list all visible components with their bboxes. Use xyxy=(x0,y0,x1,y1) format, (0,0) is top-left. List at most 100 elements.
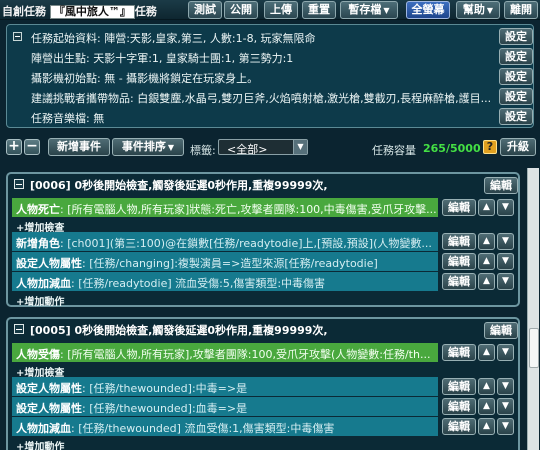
chevron-down-icon: ▼ xyxy=(167,143,175,152)
collapse-all-button[interactable]: − xyxy=(24,139,40,155)
mission-settings-panel: 任務起始資料: 陣營:天影,皇家,第三, 人數:1-8, 玩家無限命 設定 陣營… xyxy=(6,24,534,128)
event-edit-button[interactable]: 編輯 xyxy=(484,177,518,194)
test-button[interactable]: 測試 xyxy=(188,1,222,19)
trigger-label: 人物死亡 xyxy=(16,203,60,216)
trigger-bar[interactable]: 人物死亡: [所有電腦人物,所有玩家]狀態:死亡,攻擊者團隊:100,中毒傷害,… xyxy=(12,198,438,217)
setting-text: 任務起始資料: 陣營:天影,皇家,第三, 人數:1-8, 玩家無限命 xyxy=(31,32,316,45)
move-down-icon[interactable]: ▼ xyxy=(497,253,514,270)
setting-button[interactable]: 設定 xyxy=(499,88,533,105)
trigger-text: [所有電腦人物,所有玩家]狀態:死亡,攻擊者團隊:100,中毒傷害,受爪牙攻擊.… xyxy=(67,203,437,216)
collapse-icon[interactable] xyxy=(14,179,24,189)
move-up-icon[interactable]: ▲ xyxy=(478,273,495,290)
move-up-icon[interactable]: ▲ xyxy=(478,418,495,435)
action-edit-button[interactable]: 編輯 xyxy=(442,418,476,435)
upgrade-button[interactable]: 升級 xyxy=(500,138,536,156)
setting-button[interactable]: 設定 xyxy=(499,28,533,45)
action-edit-button[interactable]: 編輯 xyxy=(442,398,476,415)
sort-event-dropdown[interactable]: 事件排序 ▼ xyxy=(112,138,184,156)
reset-button[interactable]: 重置 xyxy=(302,1,336,19)
tag-select[interactable]: <全部> ▼ xyxy=(218,139,308,156)
move-down-icon[interactable]: ▼ xyxy=(497,418,514,435)
trigger-edit-button[interactable]: 編輯 xyxy=(442,344,476,361)
action-text: [ch001](第三:100)@在鎖數[任務/readytodie]上,[預設,… xyxy=(67,237,432,250)
action-text: [任務/thewounded]:中毒=>是 xyxy=(89,382,248,395)
action-row: 人物加減血: [任務/readytodie] 流血受傷:5,傷害類型:中毒傷害 … xyxy=(12,272,516,291)
trigger-edit-button[interactable]: 編輯 xyxy=(442,199,476,216)
event-header: [0005] 0秒後開始檢查,觸發後延遲0秒作用,重複99999次, 編輯 xyxy=(12,319,518,341)
trigger-bar[interactable]: 人物受傷: [所有電腦人物,所有玩家],攻擊者團隊:100,受爪牙攻擊(人物變數… xyxy=(12,343,438,362)
move-up-icon[interactable]: ▲ xyxy=(478,344,495,361)
event-title: [0005] 0秒後開始檢查,觸發後延遲0秒作用,重複99999次, xyxy=(30,324,328,337)
action-bar[interactable]: 設定人物屬性: [任務/thewounded]:血毒=>是 xyxy=(12,397,438,416)
add-event-button[interactable]: 新增事件 xyxy=(48,138,110,156)
action-edit-button[interactable]: 編輯 xyxy=(442,378,476,395)
chevron-down-icon: ▼ xyxy=(383,6,390,15)
action-bar[interactable]: 新增角色: [ch001](第三:100)@在鎖數[任務/readytodie]… xyxy=(12,232,438,251)
move-up-icon[interactable]: ▲ xyxy=(478,398,495,415)
app-title: 自創任務 『風中旅人™』 任務 xyxy=(2,3,157,19)
chevron-down-icon: ▼ xyxy=(486,6,494,15)
help-icon[interactable]: ? xyxy=(483,140,497,154)
move-up-icon[interactable]: ▲ xyxy=(478,199,495,216)
event-header: [0006] 0秒後開始檢查,觸發後延遲0秒作用,重複99999次, 編輯 xyxy=(12,174,518,196)
capacity-label: 任務容量 xyxy=(372,144,416,157)
sort-event-label: 事件排序 xyxy=(121,140,166,153)
trigger-row: 人物受傷: [所有電腦人物,所有玩家],攻擊者團隊:100,受爪牙攻擊(人物變數… xyxy=(12,343,516,362)
setting-button[interactable]: 設定 xyxy=(499,48,533,65)
leave-button[interactable]: 離開 xyxy=(504,1,538,19)
event-block: [0006] 0秒後開始檢查,觸發後延遲0秒作用,重複99999次, 編輯 人物… xyxy=(6,172,520,308)
event-block: [0005] 0秒後開始檢查,觸發後延遲0秒作用,重複99999次, 編輯 人物… xyxy=(6,317,520,450)
scrollbar-thumb[interactable] xyxy=(529,328,539,368)
help-label: 幫助 xyxy=(462,3,485,16)
setting-row-start-data: 任務起始資料: 陣營:天影,皇家,第三, 人數:1-8, 玩家無限命 設定 xyxy=(13,28,533,47)
action-edit-button[interactable]: 編輯 xyxy=(442,233,476,250)
action-label: 人物加減血 xyxy=(16,277,71,290)
trigger-text: [所有電腦人物,所有玩家],攻擊者團隊:100,受爪牙攻擊(人物變數:任務/th… xyxy=(67,348,431,361)
setting-row-spawn: 陣營出生點: 天影十字軍:1, 皇家騎士團:1, 第三勢力:1 設定 xyxy=(13,48,533,67)
expand-all-button[interactable]: + xyxy=(6,139,22,155)
add-action-label: 增加動作 xyxy=(24,442,65,450)
move-down-icon[interactable]: ▼ xyxy=(497,273,514,290)
action-bar[interactable]: 設定人物屬性: [任務/thewounded]:中毒=>是 xyxy=(12,377,438,396)
trigger-row: 人物死亡: [所有電腦人物,所有玩家]狀態:死亡,攻擊者團隊:100,中毒傷害,… xyxy=(12,198,516,217)
public-button[interactable]: 公開 xyxy=(224,1,258,19)
scrollbar[interactable] xyxy=(527,168,539,450)
collapse-icon[interactable] xyxy=(13,32,22,41)
action-bar[interactable]: 人物加減血: [任務/thewounded] 流血受傷:1,傷害類型:中毒傷害 xyxy=(12,417,438,436)
move-up-icon[interactable]: ▲ xyxy=(478,233,495,250)
setting-button[interactable]: 設定 xyxy=(499,68,533,85)
events-list: [0006] 0秒後開始檢查,觸發後延遲0秒作用,重複99999次, 編輯 人物… xyxy=(0,162,540,450)
collapse-icon[interactable] xyxy=(14,324,24,334)
action-edit-button[interactable]: 編輯 xyxy=(442,253,476,270)
move-down-icon[interactable]: ▼ xyxy=(497,233,514,250)
action-bar[interactable]: 人物加減血: [任務/readytodie] 流血受傷:5,傷害類型:中毒傷害 xyxy=(12,272,438,291)
event-title: [0006] 0秒後開始檢查,觸發後延遲0秒作用,重複99999次, xyxy=(30,179,328,192)
add-action-link[interactable]: +增加動作 xyxy=(16,293,64,308)
action-text: [任務/thewounded]:血毒=>是 xyxy=(89,402,248,415)
upload-button[interactable]: 上傳 xyxy=(264,1,298,19)
setting-button[interactable]: 設定 xyxy=(499,108,533,125)
fullscreen-button[interactable]: 全螢幕 xyxy=(406,1,450,19)
move-up-icon[interactable]: ▲ xyxy=(478,253,495,270)
tag-label: 標籤: xyxy=(190,144,216,157)
setting-row-camera: 攝影機初始點: 無 - 攝影機將鎖定在玩家身上。 設定 xyxy=(13,68,533,87)
move-down-icon[interactable]: ▼ xyxy=(497,378,514,395)
action-edit-button[interactable]: 編輯 xyxy=(442,273,476,290)
move-down-icon[interactable]: ▼ xyxy=(497,398,514,415)
action-row: 設定人物屬性: [任務/thewounded]:中毒=>是 編輯 ▲ ▼ xyxy=(12,377,516,396)
setting-row-items: 建議挑戰者攜帶物品: 白銀雙塵,水晶弓,雙刃巨斧,火焰噴射槍,激光槍,雙截刃,長… xyxy=(13,88,533,107)
move-up-icon[interactable]: ▲ xyxy=(478,378,495,395)
tag-select-value: <全部> xyxy=(227,143,268,156)
event-edit-button[interactable]: 編輯 xyxy=(484,322,518,339)
add-action-link[interactable]: +增加動作 xyxy=(16,438,64,450)
help-dropdown[interactable]: 幫助 ▼ xyxy=(456,1,500,19)
action-row: 設定人物屬性: [任務/changing]:複製演員=>造型來源[任務/read… xyxy=(12,252,516,271)
action-bar[interactable]: 設定人物屬性: [任務/changing]:複製演員=>造型來源[任務/read… xyxy=(12,252,438,271)
move-down-icon[interactable]: ▼ xyxy=(497,344,514,361)
action-text: [任務/thewounded] 流血受傷:1,傷害類型:中毒傷害 xyxy=(78,422,335,435)
move-down-icon[interactable]: ▼ xyxy=(497,199,514,216)
setting-row-music: 任務音樂檔: 無 設定 xyxy=(13,108,533,127)
setting-text: 建議挑戰者攜帶物品: 白銀雙塵,水晶弓,雙刃巨斧,火焰噴射槍,激光槍,雙截刃,長… xyxy=(31,92,492,105)
temp-save-dropdown[interactable]: 暫存檔 ▼ xyxy=(340,1,398,19)
temp-save-label: 暫存檔 xyxy=(348,3,382,16)
